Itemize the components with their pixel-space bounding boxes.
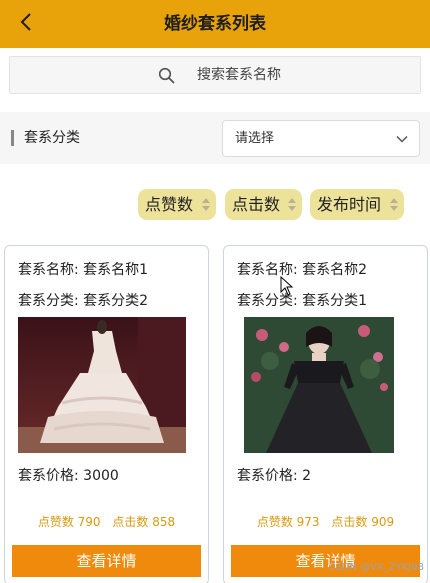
wedding-dress-image xyxy=(18,317,186,453)
sort-publish-time-label: 发布时间 xyxy=(317,195,382,214)
watermark: CSDN @VX_ZYKJ98 xyxy=(328,562,424,573)
sort-likes-button[interactable]: 点赞数 xyxy=(138,189,216,220)
category-filter-label: 套系分类 xyxy=(24,130,80,146)
page-title: 婚纱套系列表 xyxy=(164,14,266,34)
package-stats: 点赞数 973 点击数 909 xyxy=(224,513,427,530)
package-card[interactable]: 套系名称: 套系名称2 套系分类: 套系分类1 套系价格: 2 点赞数 973 … xyxy=(223,245,428,583)
filter-label-marker xyxy=(11,130,14,146)
package-category: 套系分类: 套系分类2 xyxy=(18,293,149,309)
black-gown-image xyxy=(244,317,394,453)
sort-arrows-icon xyxy=(288,198,296,211)
clicks-count: 点击数 858 xyxy=(112,515,176,529)
sort-arrows-icon xyxy=(390,198,398,211)
sort-likes-label: 点赞数 xyxy=(145,195,194,214)
sort-publish-time-button[interactable]: 发布时间 xyxy=(310,189,404,220)
package-category: 套系分类: 套系分类1 xyxy=(237,293,368,309)
package-name: 套系名称: 套系名称2 xyxy=(237,262,368,278)
package-price: 套系价格: 2 xyxy=(237,468,312,484)
package-image[interactable] xyxy=(18,317,186,453)
package-price: 套系价格: 3000 xyxy=(18,468,119,484)
sort-clicks-button[interactable]: 点击数 xyxy=(225,189,302,220)
top-bar: 婚纱套系列表 xyxy=(0,0,430,48)
search-placeholder: 搜索套系名称 xyxy=(197,67,281,83)
view-details-button[interactable]: 查看详情 xyxy=(12,545,201,577)
sort-clicks-label: 点击数 xyxy=(232,195,281,214)
package-stats: 点赞数 790 点击数 858 xyxy=(5,513,208,530)
package-image[interactable] xyxy=(244,317,394,453)
search-input[interactable]: 搜索套系名称 xyxy=(9,56,421,94)
category-select-value: 请选择 xyxy=(235,131,275,146)
sort-arrows-icon xyxy=(202,198,210,211)
clicks-count: 点击数 909 xyxy=(331,515,395,529)
category-select[interactable]: 请选择 xyxy=(222,120,420,157)
likes-count: 点赞数 973 xyxy=(256,515,320,529)
likes-count: 点赞数 790 xyxy=(37,515,101,529)
search-icon xyxy=(158,67,175,84)
category-filter-row: 套系分类 请选择 xyxy=(0,112,430,164)
mouse-cursor-icon xyxy=(280,276,294,296)
package-name: 套系名称: 套系名称1 xyxy=(18,262,149,278)
chevron-down-icon xyxy=(396,135,408,143)
package-card[interactable]: 套系名称: 套系名称1 套系分类: 套系分类2 套系价格: 3000 点赞数 7… xyxy=(4,245,209,583)
